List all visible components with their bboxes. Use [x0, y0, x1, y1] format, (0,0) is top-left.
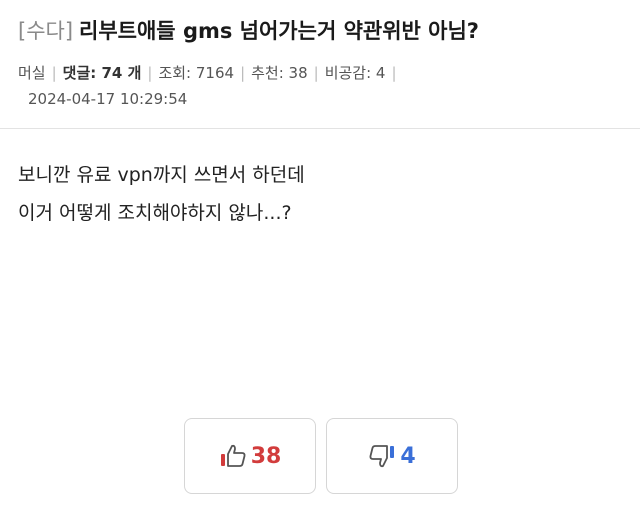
meta-separator: |: [391, 64, 397, 82]
post-title: 리부트애들 gms 넘어가는거 약관위반 아님?: [79, 19, 479, 43]
post-author[interactable]: 머실: [18, 64, 46, 82]
vote-area: 38 4: [184, 418, 458, 494]
post-header: [수다] 리부트애들 gms 넘어가는거 약관위반 아님? 머실 | 댓글: 74 개…: [18, 16, 622, 112]
meta-separator: |: [313, 64, 319, 82]
downvote-button[interactable]: 4: [326, 418, 458, 494]
post-meta: 머실 | 댓글: 74 개 | 조회: 7164 | 추천: 38 | 비공감: 4 | 2024…: [18, 60, 622, 112]
meta-separator: |: [147, 64, 153, 82]
recommend-count: 추천: 38: [251, 64, 308, 82]
meta-separator: |: [51, 64, 57, 82]
thumbs-up-icon: [219, 443, 247, 469]
comment-count[interactable]: 댓글: 74 개: [63, 64, 142, 82]
header-divider: [0, 128, 640, 129]
thumbs-down-icon: [368, 443, 396, 469]
content-line: 이거 어떻게 조치해야하지 않나...?: [18, 202, 292, 224]
upvote-count: 38: [250, 443, 282, 469]
post-title-row: [수다] 리부트애들 gms 넘어가는거 약관위반 아님?: [18, 16, 622, 46]
post-date: 2024-04-17 10:29:54: [28, 90, 188, 108]
post-category[interactable]: [수다]: [18, 19, 73, 43]
downvote-count: 4: [400, 443, 416, 469]
meta-separator: |: [240, 64, 246, 82]
post-content: 보니깐 유료 vpn까지 쓰면서 하던데 이거 어떻게 조치해야하지 않나...…: [18, 156, 618, 232]
dislike-count: 비공감: 4: [324, 64, 386, 82]
content-line: 보니깐 유료 vpn까지 쓰면서 하던데: [18, 164, 305, 186]
upvote-button[interactable]: 38: [184, 418, 316, 494]
view-count: 조회: 7164: [158, 64, 235, 82]
